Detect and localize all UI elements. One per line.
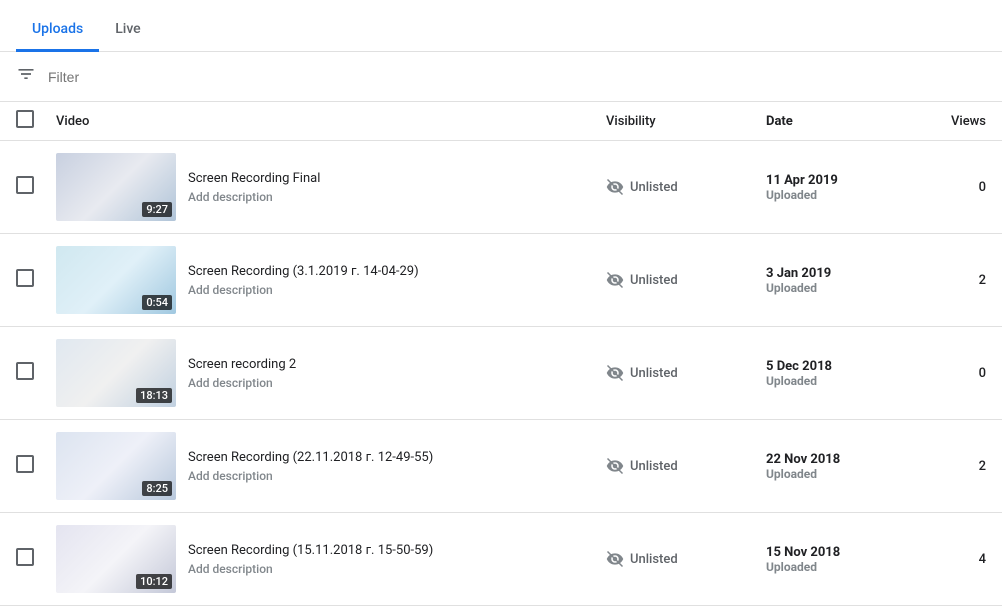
video-info: Screen Recording (15.11.2018 г. 15-50-59… <box>188 543 433 576</box>
row-checkbox-3[interactable] <box>16 362 34 380</box>
row-views: 4 <box>906 552 986 567</box>
video-duration: 8:25 <box>142 481 172 496</box>
row-date: 5 Dec 2018 Uploaded <box>766 359 906 388</box>
row-checkbox-4[interactable] <box>16 455 34 473</box>
table-row: 18:13 Screen recording 2 Add description… <box>0 327 1002 420</box>
video-duration: 10:12 <box>136 574 172 589</box>
row-views: 2 <box>906 273 986 288</box>
video-info: Screen Recording Final Add description <box>188 171 320 204</box>
header-date: Date <box>766 114 906 129</box>
date-status: Uploaded <box>766 281 906 295</box>
row-views: 0 <box>906 366 986 381</box>
unlisted-icon <box>606 271 624 289</box>
date-status: Uploaded <box>766 188 906 202</box>
video-thumbnail[interactable]: 10:12 <box>56 525 176 593</box>
video-title[interactable]: Screen Recording Final <box>188 171 320 186</box>
video-thumbnail[interactable]: 18:13 <box>56 339 176 407</box>
header-views: Views <box>906 114 986 129</box>
tab-uploads[interactable]: Uploads <box>16 7 99 52</box>
video-thumbnail[interactable]: 0:54 <box>56 246 176 314</box>
header-video: Video <box>56 114 606 129</box>
select-all-checkbox[interactable] <box>16 110 34 128</box>
row-views: 0 <box>906 180 986 195</box>
table-row: 0:54 Screen Recording (3.1.2019 г. 14-04… <box>0 234 1002 327</box>
table-body: 9:27 Screen Recording Final Add descript… <box>0 141 1002 606</box>
video-duration: 9:27 <box>142 202 172 217</box>
date-main: 22 Nov 2018 <box>766 452 906 467</box>
unlisted-icon <box>606 550 624 568</box>
video-description[interactable]: Add description <box>188 469 433 483</box>
row-visibility: Unlisted <box>606 271 766 289</box>
row-views: 2 <box>906 459 986 474</box>
row-visibility: Unlisted <box>606 550 766 568</box>
video-description[interactable]: Add description <box>188 283 419 297</box>
unlisted-icon <box>606 457 624 475</box>
table-header: Video Visibility Date Views <box>0 102 1002 141</box>
video-title[interactable]: Screen Recording (3.1.2019 г. 14-04-29) <box>188 264 419 279</box>
visibility-label: Unlisted <box>630 366 678 381</box>
visibility-label: Unlisted <box>630 273 678 288</box>
date-main: 5 Dec 2018 <box>766 359 906 374</box>
row-date: 3 Jan 2019 Uploaded <box>766 266 906 295</box>
date-status: Uploaded <box>766 467 906 481</box>
filter-bar <box>0 52 1002 102</box>
video-duration: 0:54 <box>142 295 172 310</box>
row-date: 11 Apr 2019 Uploaded <box>766 173 906 202</box>
tab-live[interactable]: Live <box>99 7 156 52</box>
row-checkbox-5[interactable] <box>16 548 34 566</box>
row-date: 15 Nov 2018 Uploaded <box>766 545 906 574</box>
header-visibility: Visibility <box>606 114 766 129</box>
video-title[interactable]: Screen Recording (15.11.2018 г. 15-50-59… <box>188 543 433 558</box>
video-description[interactable]: Add description <box>188 190 320 204</box>
visibility-label: Unlisted <box>630 459 678 474</box>
date-status: Uploaded <box>766 374 906 388</box>
date-main: 15 Nov 2018 <box>766 545 906 560</box>
filter-input[interactable] <box>48 69 248 85</box>
video-info: Screen recording 2 Add description <box>188 357 296 390</box>
date-main: 11 Apr 2019 <box>766 173 906 188</box>
visibility-label: Unlisted <box>630 552 678 567</box>
table-row: 10:12 Screen Recording (15.11.2018 г. 15… <box>0 513 1002 606</box>
table-row: 8:25 Screen Recording (22.11.2018 г. 12-… <box>0 420 1002 513</box>
unlisted-icon <box>606 178 624 196</box>
tabs-container: Uploads Live <box>0 0 1002 52</box>
filter-icon <box>16 64 36 89</box>
row-date: 22 Nov 2018 Uploaded <box>766 452 906 481</box>
video-title[interactable]: Screen recording 2 <box>188 357 296 372</box>
row-visibility: Unlisted <box>606 178 766 196</box>
video-thumbnail[interactable]: 8:25 <box>56 432 176 500</box>
row-visibility: Unlisted <box>606 364 766 382</box>
date-status: Uploaded <box>766 560 906 574</box>
video-duration: 18:13 <box>136 388 172 403</box>
visibility-label: Unlisted <box>630 180 678 195</box>
row-checkbox-2[interactable] <box>16 269 34 287</box>
unlisted-icon <box>606 364 624 382</box>
video-thumbnail[interactable]: 9:27 <box>56 153 176 221</box>
date-main: 3 Jan 2019 <box>766 266 906 281</box>
video-info: Screen Recording (3.1.2019 г. 14-04-29) … <box>188 264 419 297</box>
video-title[interactable]: Screen Recording (22.11.2018 г. 12-49-55… <box>188 450 433 465</box>
video-info: Screen Recording (22.11.2018 г. 12-49-55… <box>188 450 433 483</box>
row-visibility: Unlisted <box>606 457 766 475</box>
row-checkbox-1[interactable] <box>16 176 34 194</box>
video-description[interactable]: Add description <box>188 376 296 390</box>
table-row: 9:27 Screen Recording Final Add descript… <box>0 141 1002 234</box>
video-description[interactable]: Add description <box>188 562 433 576</box>
